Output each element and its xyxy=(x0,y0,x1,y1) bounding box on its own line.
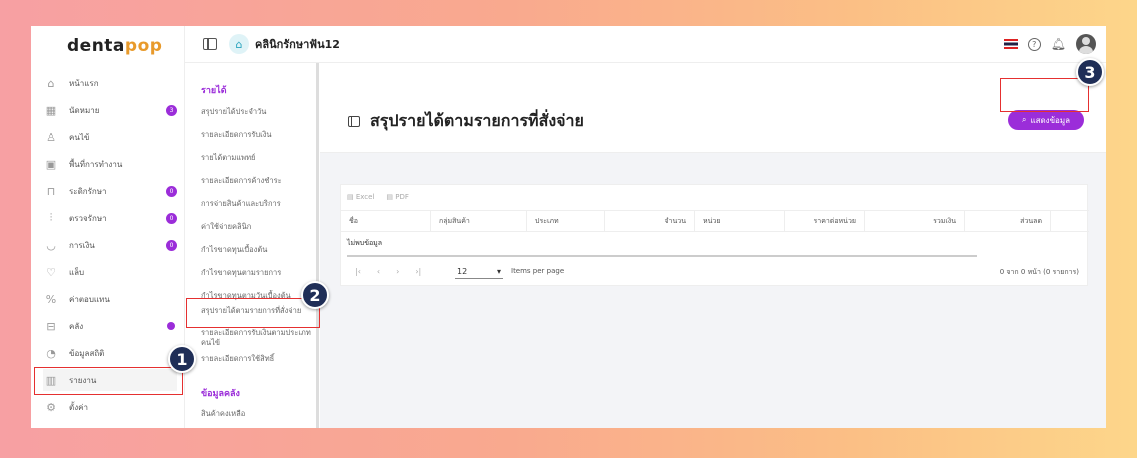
user-icon: ♙ xyxy=(46,130,56,144)
thai-flag-icon[interactable] xyxy=(1003,39,1018,49)
step-marker-3: 3 xyxy=(1076,58,1104,86)
last-page-icon[interactable]: ›| xyxy=(415,267,421,276)
export-pdf-button[interactable]: ▤ PDF xyxy=(386,193,408,201)
column-header[interactable]: กลุ่มสินค้า xyxy=(431,211,527,231)
submenu-item[interactable]: รายละเอียดการรับเงิน xyxy=(201,130,313,140)
clinic-name[interactable]: คลินิกรักษาฟัน12 xyxy=(255,35,340,53)
submenu-item[interactable]: รายละเอียดการรับเงินตามประเภทคนไข้ xyxy=(201,328,313,348)
help-icon[interactable]: ? xyxy=(1027,37,1041,51)
sidebar-item-settings[interactable]: ⚙ ตั้งค่า xyxy=(43,396,177,418)
sidebar-item-home[interactable]: ⌂ หน้าแรก xyxy=(43,72,177,94)
chair-icon: ⊓ xyxy=(46,184,56,198)
column-header[interactable]: รวมเงิน xyxy=(865,211,965,231)
submenu-item[interactable]: สินค้าคงเหลือ xyxy=(201,409,313,419)
sidebar-item-lab[interactable]: ♡ แล็บ xyxy=(43,261,177,283)
sidebar-item-examination[interactable]: ⫶ ตรวจรักษา 0 xyxy=(43,207,177,229)
report-submenu: รายได้ สรุปรายได้ประจำวัน รายละเอียดการร… xyxy=(185,63,319,428)
sidebar-item-patients[interactable]: ♙ คนไข้ xyxy=(43,126,177,148)
items-per-page-select[interactable]: 12 ▾ xyxy=(455,265,503,279)
workspace-icon: ▣ xyxy=(45,157,57,171)
page-header: สรุปรายได้ตามรายการที่สั่งจ่าย ⌕ แสดงข้อม… xyxy=(320,63,1106,153)
submenu-item[interactable]: สรุปรายได้ประจำวัน xyxy=(201,107,313,117)
column-header[interactable]: หน่วย xyxy=(695,211,785,231)
column-header[interactable]: ประเภท xyxy=(527,211,605,231)
main-content: สรุปรายได้ตามรายการที่สั่งจ่าย ⌕ แสดงข้อม… xyxy=(320,63,1106,428)
count-badge: 0 xyxy=(166,185,177,197)
clinic-home-icon: ⌂ xyxy=(229,34,249,54)
report-table-panel: ▤ Excel ▤ PDF ชื่อ กลุ่มสินค้า ประเภท จำ… xyxy=(340,184,1089,286)
avatar[interactable] xyxy=(1076,34,1096,54)
step-marker-2: 2 xyxy=(301,281,329,309)
topbar: ⌂ คลินิกรักษาฟัน12 ? 🔔︎ xyxy=(185,26,1106,63)
submenu-item[interactable]: ค่าใช้จ่ายคลินิก xyxy=(201,222,313,232)
highlight-box-show-button xyxy=(1000,78,1089,112)
panel-icon xyxy=(348,116,360,127)
show-data-button[interactable]: ⌕ แสดงข้อมูล xyxy=(1008,110,1084,130)
caret-down-icon: ▾ xyxy=(496,267,501,276)
submenu-item[interactable]: การจ่ายสินค้าและบริการ xyxy=(201,199,313,209)
money-icon: ◡ xyxy=(46,238,56,252)
count-badge: 3 xyxy=(166,104,177,116)
step-marker-1: 1 xyxy=(168,345,196,373)
sidebar-item-finance[interactable]: ◡ การเงิน 0 xyxy=(43,234,177,256)
column-header[interactable]: ชื่อ xyxy=(341,211,431,231)
column-header[interactable]: ส่วนลด xyxy=(965,211,1051,231)
submenu-section-income: รายได้ xyxy=(201,86,227,96)
box-icon: ⊟ xyxy=(46,319,56,333)
table-header: ชื่อ กลุ่มสินค้า ประเภท จำนวน หน่วย ราคา… xyxy=(341,210,1089,232)
sidebar-item-appointments[interactable]: ▦ นัดหมาย 3 xyxy=(43,99,177,121)
sidebar-item-compensation[interactable]: % ค่าตอบแทน xyxy=(43,288,177,310)
count-badge: 0 xyxy=(166,212,177,224)
submenu-item[interactable]: รายละเอียดการใช้สิทธิ์ xyxy=(201,354,313,364)
tools-icon: ⫶ xyxy=(49,211,53,224)
sidebar-item-treatment-chair[interactable]: ⊓ ระดิกรักษา 0 xyxy=(43,180,177,202)
submenu-item[interactable]: รายได้ตามแพทย์ xyxy=(201,153,313,163)
submenu-item[interactable]: กำไรขาดทุนตามรายการ xyxy=(201,268,313,278)
prev-page-icon[interactable]: ‹ xyxy=(377,267,380,276)
logo: dentapop xyxy=(67,36,163,56)
pagination-count: 0 จาก 0 หน้า (0 รายการ) xyxy=(999,268,1079,276)
bell-icon[interactable]: 🔔︎ xyxy=(1051,37,1066,51)
items-per-page-label: Items per page xyxy=(511,267,565,275)
first-page-icon[interactable]: |‹ xyxy=(355,267,361,276)
submenu-item[interactable]: รายละเอียดการค้างชำระ xyxy=(201,176,313,186)
highlight-box-submenu-item xyxy=(186,298,320,328)
page-title: สรุปรายได้ตามรายการที่สั่งจ่าย xyxy=(370,111,584,130)
notification-dot xyxy=(167,322,175,330)
tooth-icon: ♡ xyxy=(46,265,56,279)
stats-icon: ◔ xyxy=(46,346,56,360)
no-data-message: ไม่พบข้อมูล xyxy=(347,239,383,247)
sidebar-item-workspace[interactable]: ▣ พื้นที่การทำงาน xyxy=(43,153,177,175)
gear-icon: ⚙ xyxy=(46,400,56,414)
next-page-icon[interactable]: › xyxy=(396,267,399,276)
column-header[interactable]: จำนวน xyxy=(605,211,695,231)
sidebar-item-warehouse[interactable]: ⊟ คลัง xyxy=(43,315,177,337)
calendar-icon: ▦ xyxy=(45,103,57,117)
horizontal-scrollbar[interactable] xyxy=(347,255,977,257)
search-icon: ⌕ xyxy=(1021,115,1027,124)
pagination: |‹ ‹ › ›| xyxy=(355,267,421,276)
sidebar-toggle-icon[interactable] xyxy=(203,38,217,50)
submenu-item[interactable]: กำไรขาดทุนเบื้องต้น xyxy=(201,245,313,255)
count-badge: 0 xyxy=(166,239,177,251)
highlight-box-reports xyxy=(34,367,183,395)
column-header[interactable]: ราคาต่อหน่วย xyxy=(785,211,865,231)
sidebar-item-statistics[interactable]: ◔ ข้อมูลสถิติ xyxy=(43,342,177,364)
export-excel-button[interactable]: ▤ Excel xyxy=(347,193,374,201)
submenu-section-warehouse: ข้อมูลคลัง xyxy=(201,389,240,399)
home-icon: ⌂ xyxy=(47,76,55,90)
percent-icon: % xyxy=(45,292,57,306)
